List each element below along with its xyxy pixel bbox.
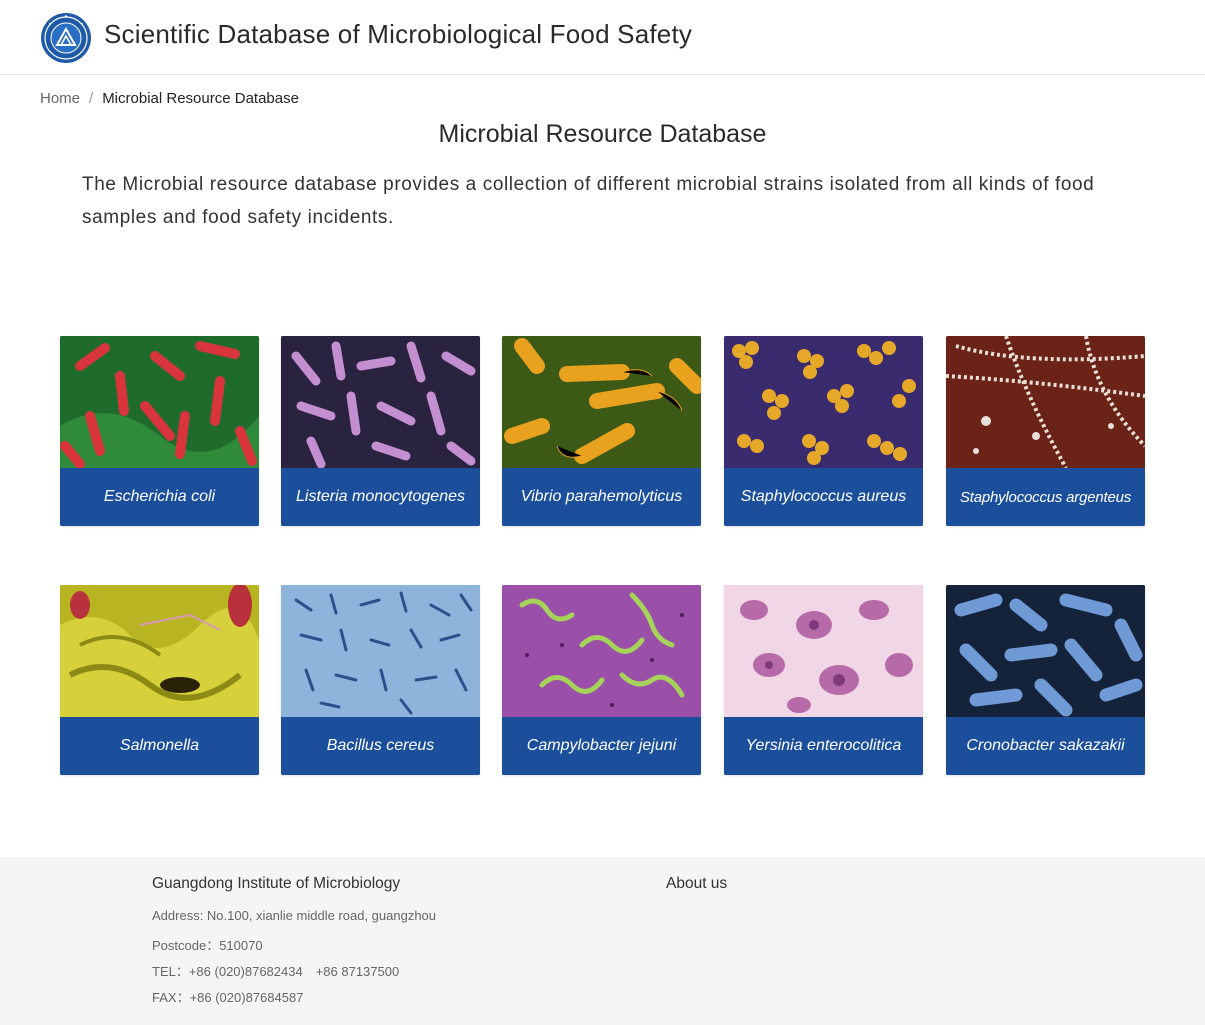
microbe-card-campylobacter-jejuni[interactable]: Campylobacter jejuni — [502, 585, 701, 775]
site-footer: Guangdong Institute of Microbiology Abou… — [0, 857, 1205, 1025]
microbe-card-label: Yersinia enterocolitica — [724, 717, 923, 775]
microbe-card-label: Vibrio parahemolyticus — [502, 468, 701, 526]
page-intro: The Microbial resource database provides… — [82, 174, 1095, 228]
microbe-card-staphylococcus-argenteus[interactable]: Staphylococcus argenteus — [946, 336, 1145, 526]
microbe-card-salmonella[interactable]: Salmonella — [60, 585, 259, 775]
footer-about-us-link[interactable]: About us — [666, 875, 727, 893]
footer-postcode: Postcode：510070 — [152, 938, 263, 953]
microbe-card-cronobacter-sakazakii[interactable]: Cronobacter sakazakii — [946, 585, 1145, 775]
footer-org-name: Guangdong Institute of Microbiology — [152, 875, 401, 892]
microbe-card-label: Staphylococcus aureus — [724, 468, 923, 526]
page-title: Microbial Resource Database — [438, 120, 767, 148]
footer-tel: TEL：+86 (020)87682434 +86 87137500 — [152, 964, 400, 979]
salmonella-image — [60, 585, 259, 717]
microbe-card-yersinia-enterocolitica[interactable]: Yersinia enterocolitica — [724, 585, 923, 775]
staphylococcus-aureus-image — [724, 336, 923, 468]
microbe-card-listeria-monocytogenes[interactable]: Listeria monocytogenes — [281, 336, 480, 526]
vibrio-parahemolyticus-image — [502, 336, 701, 468]
microbe-card-label: Listeria monocytogenes — [281, 468, 480, 526]
breadcrumb: Home / Microbial Resource Database — [40, 90, 299, 107]
microbe-card-label: Campylobacter jejuni — [502, 717, 701, 775]
microbe-card-label: Bacillus cereus — [281, 717, 480, 775]
staphylococcus-argenteus-image — [946, 336, 1145, 468]
bacillus-cereus-image — [281, 585, 480, 717]
microbe-card-vibrio-parahemolyticus[interactable]: Vibrio parahemolyticus — [502, 336, 701, 526]
breadcrumb-home-link[interactable]: Home — [40, 90, 80, 107]
microbe-card-label: Escherichia coli — [60, 468, 259, 526]
microbe-card-label: Salmonella — [60, 717, 259, 775]
microbe-card-label: Staphylococcus argenteus — [946, 468, 1145, 526]
microbe-card-escherichia-coli[interactable]: Escherichia coli — [60, 336, 259, 526]
breadcrumb-current: Microbial Resource Database — [102, 90, 299, 107]
footer-fax: FAX：+86 (020)87684587 — [152, 990, 304, 1005]
site-header: Scientific Database of Microbiological F… — [0, 0, 1205, 75]
breadcrumb-separator: / — [89, 90, 94, 107]
campylobacter-jejuni-image — [502, 585, 701, 717]
escherichia-coli-image — [60, 336, 259, 468]
microbe-card-bacillus-cereus[interactable]: Bacillus cereus — [281, 585, 480, 775]
yersinia-enterocolitica-image — [724, 585, 923, 717]
site-title: Scientific Database of Microbiological F… — [104, 19, 693, 49]
microbe-card-label: Cronobacter sakazakii — [946, 717, 1145, 775]
microbe-card-staphylococcus-aureus[interactable]: Staphylococcus aureus — [724, 336, 923, 526]
listeria-monocytogenes-image — [281, 336, 480, 468]
footer-address: Address: No.100, xianlie middle road, gu… — [152, 908, 437, 923]
institute-logo-icon[interactable] — [40, 12, 92, 64]
cronobacter-sakazakii-image — [946, 585, 1145, 717]
